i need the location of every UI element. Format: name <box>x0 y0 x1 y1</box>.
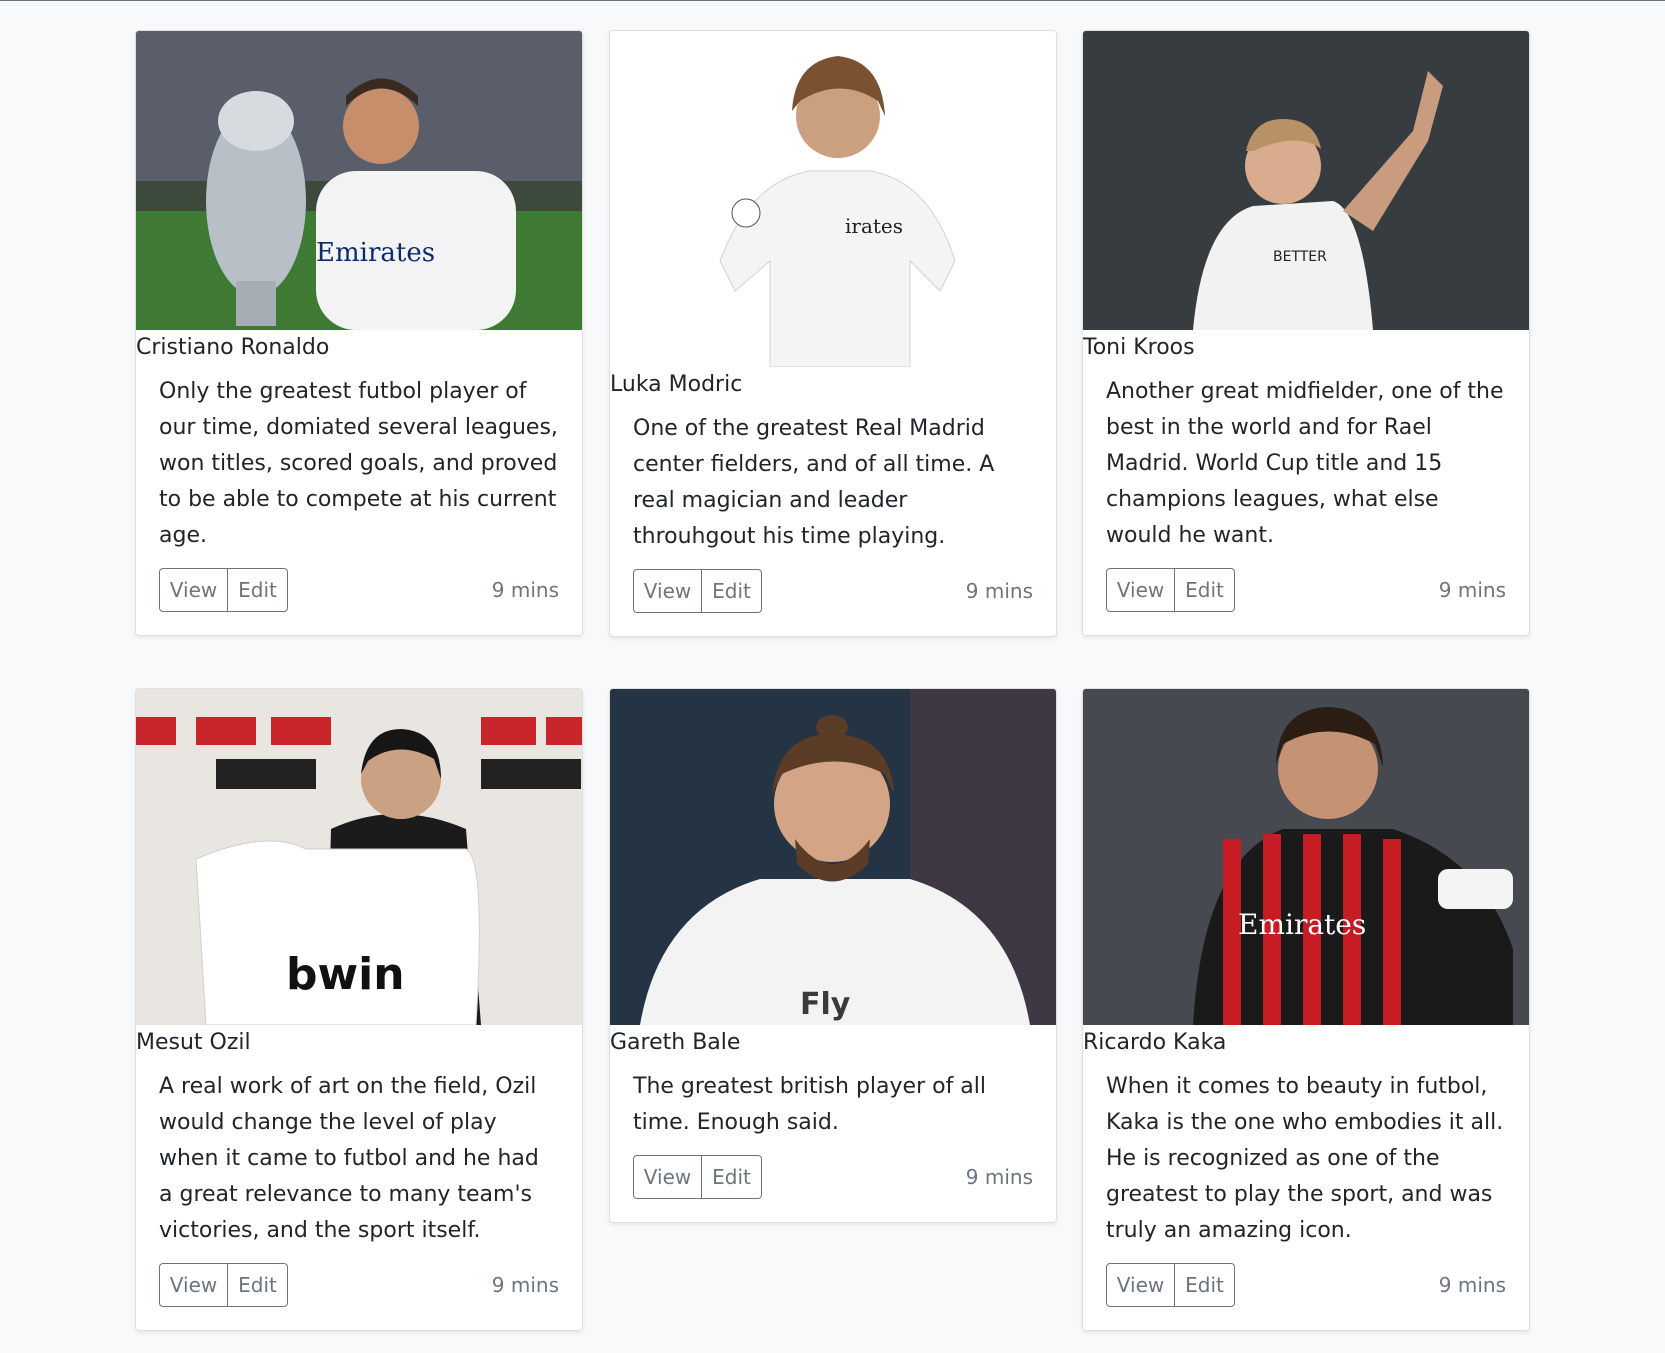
button-group: View Edit <box>159 568 288 612</box>
player-name: Ricardo Kaka <box>1083 1030 1227 1055</box>
player-photo: irates <box>610 31 1056 367</box>
card-body: The greatest british player of all time.… <box>610 1057 1056 1222</box>
player-photo: Emirates <box>1083 689 1529 1025</box>
card-footer: View Edit 9 mins <box>159 568 559 612</box>
edit-button[interactable]: Edit <box>702 569 762 613</box>
player-description: A real work of art on the field, Ozil wo… <box>159 1074 539 1243</box>
player-name: Mesut Ozil <box>136 1030 251 1055</box>
player-card: bwin Mesut Ozil A real work of art on th… <box>135 688 583 1331</box>
player-name: Toni Kroos <box>1083 335 1195 360</box>
timestamp: 9 mins <box>1438 578 1506 602</box>
card-body: When it comes to beauty in futbol, Kaka … <box>1083 1057 1529 1330</box>
edit-button[interactable]: Edit <box>1175 1263 1235 1307</box>
button-group: View Edit <box>633 569 762 613</box>
edit-button[interactable]: Edit <box>1175 568 1235 612</box>
timestamp: 9 mins <box>965 1165 1033 1189</box>
player-photo: bwin <box>136 689 582 1025</box>
view-button[interactable]: View <box>1106 568 1175 612</box>
player-card: BETTER Toni Kroos Another great midfield… <box>1082 30 1530 636</box>
player-description: Only the greatest futbol player of our t… <box>159 379 558 548</box>
player-description: When it comes to beauty in futbol, Kaka … <box>1106 1074 1504 1243</box>
player-card: Fly Gareth Bale The greatest british pla… <box>609 688 1057 1223</box>
button-group: View Edit <box>1106 568 1235 612</box>
player-photo: Emirates <box>136 31 582 330</box>
button-group: View Edit <box>633 1155 762 1199</box>
svg-text:Emirates: Emirates <box>316 238 435 268</box>
card-footer: View Edit 9 mins <box>159 1263 559 1307</box>
timestamp: 9 mins <box>491 1273 559 1297</box>
view-button[interactable]: View <box>1106 1263 1175 1307</box>
player-name: Cristiano Ronaldo <box>136 335 330 360</box>
player-photo: Fly <box>610 689 1056 1025</box>
player-description: The greatest british player of all time.… <box>633 1074 987 1135</box>
player-description: One of the greatest Real Madrid center f… <box>633 416 995 549</box>
card-footer: View Edit 9 mins <box>633 1155 1033 1199</box>
player-description: Another great midfielder, one of the bes… <box>1106 379 1504 548</box>
svg-text:irates: irates <box>845 214 903 238</box>
button-group: View Edit <box>1106 1263 1235 1307</box>
timestamp: 9 mins <box>965 579 1033 603</box>
view-button[interactable]: View <box>159 1263 228 1307</box>
card-footer: View Edit 9 mins <box>633 569 1033 613</box>
card-body: One of the greatest Real Madrid center f… <box>610 399 1056 636</box>
button-group: View Edit <box>159 1263 288 1307</box>
view-button[interactable]: View <box>633 1155 702 1199</box>
player-card: Emirates Ricardo Kaka When it comes to b… <box>1082 688 1530 1331</box>
card-body: Another great midfielder, one of the bes… <box>1083 362 1529 635</box>
card-body: A real work of art on the field, Ozil wo… <box>136 1057 582 1330</box>
player-name: Gareth Bale <box>610 1030 741 1055</box>
player-name: Luka Modric <box>610 372 743 397</box>
edit-button[interactable]: Edit <box>228 1263 288 1307</box>
player-card: irates Luka Modric One of the greatest R… <box>609 30 1057 637</box>
svg-text:BETTER: BETTER <box>1273 249 1327 265</box>
edit-button[interactable]: Edit <box>228 568 288 612</box>
timestamp: 9 mins <box>491 578 559 602</box>
view-button[interactable]: View <box>633 569 702 613</box>
card-body: Only the greatest futbol player of our t… <box>136 362 582 635</box>
card-footer: View Edit 9 mins <box>1106 1263 1506 1307</box>
svg-text:bwin: bwin <box>286 949 405 1000</box>
player-album: Emirates Cristiano Ronaldo Only the grea… <box>0 1 1665 1353</box>
card-footer: View Edit 9 mins <box>1106 568 1506 612</box>
timestamp: 9 mins <box>1438 1273 1506 1297</box>
view-button[interactable]: View <box>159 568 228 612</box>
svg-text:Fly: Fly <box>800 987 851 1022</box>
edit-button[interactable]: Edit <box>702 1155 762 1199</box>
svg-text:Emirates: Emirates <box>1238 908 1366 941</box>
player-card: Emirates Cristiano Ronaldo Only the grea… <box>135 30 583 636</box>
player-photo: BETTER <box>1083 31 1529 330</box>
